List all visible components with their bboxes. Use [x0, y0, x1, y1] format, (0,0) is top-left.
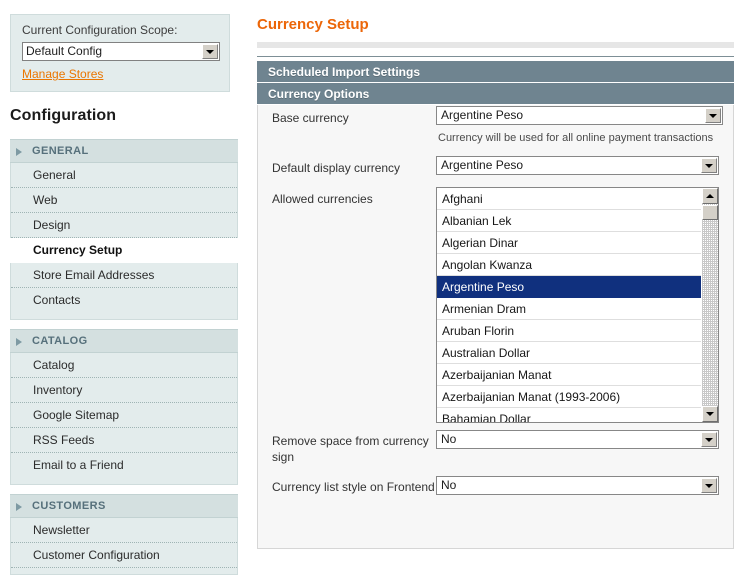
- sidebar-item-design[interactable]: Design: [11, 213, 237, 238]
- sidebar-item-inventory[interactable]: Inventory: [11, 378, 237, 403]
- triangle-right-icon: [16, 338, 22, 346]
- sidebar-group-general[interactable]: GENERAL: [10, 139, 238, 163]
- section-header-currency-options[interactable]: Currency Options: [257, 83, 734, 105]
- field-label-default-display-currency: Default display currency: [272, 161, 401, 175]
- field-hint-base-currency: Currency will be used for all online pay…: [438, 132, 714, 144]
- sidebar-item-newsletter[interactable]: Newsletter: [11, 518, 237, 543]
- sidebar-item-general[interactable]: General: [11, 163, 237, 188]
- base-currency-select[interactable]: Argentine Peso: [436, 106, 723, 125]
- sidebar-group-customers[interactable]: CUSTOMERS: [10, 494, 238, 518]
- sidebar-item-currency-setup[interactable]: Currency Setup: [10, 238, 238, 263]
- chevron-down-icon: [701, 432, 717, 447]
- base-currency-value: Argentine Peso: [441, 108, 524, 122]
- main-content: Currency Setup Scheduled Import Settings…: [248, 0, 734, 553]
- page-title-configuration: Configuration: [10, 107, 117, 124]
- currency-list-style-select[interactable]: No: [436, 476, 719, 495]
- scope-label: Current Configuration Scope:: [22, 23, 178, 37]
- list-item-selected[interactable]: Argentine Peso: [437, 276, 701, 298]
- sidebar-group-label: CUSTOMERS: [32, 500, 106, 512]
- page-title: Currency Setup: [257, 16, 369, 33]
- currency-options-body: Base currency Argentine Peso Currency wi…: [257, 105, 734, 549]
- sidebar-item-google-sitemap[interactable]: Google Sitemap: [11, 403, 237, 428]
- chevron-down-icon: [701, 158, 717, 173]
- sidebar-item-contacts[interactable]: Contacts: [11, 288, 237, 313]
- chevron-down-icon: [705, 108, 721, 123]
- field-label-base-currency: Base currency: [272, 111, 349, 125]
- sidebar-group-label: CATALOG: [32, 335, 88, 347]
- manage-stores-link[interactable]: Manage Stores: [22, 67, 103, 81]
- field-label-allowed-currencies: Allowed currencies: [272, 192, 373, 206]
- sidebar-group-catalog[interactable]: CATALOG: [10, 329, 238, 353]
- sidebar: Current Configuration Scope: Default Con…: [0, 0, 238, 575]
- allowed-currencies-option-list: Afghani Albanian Lek Algerian Dinar Ango…: [437, 188, 701, 422]
- field-label-remove-space: Remove space from currency sign: [272, 434, 429, 464]
- content-top-border: [257, 56, 734, 57]
- triangle-right-icon: [16, 503, 22, 511]
- list-item[interactable]: Aruban Florin: [437, 320, 701, 342]
- sidebar-item-rss-feeds[interactable]: RSS Feeds: [11, 428, 237, 453]
- list-item[interactable]: Azerbaijanian Manat: [437, 364, 701, 386]
- remove-space-value: No: [441, 432, 457, 446]
- list-item[interactable]: Bahamian Dollar: [437, 408, 701, 422]
- configuration-scope-box: Current Configuration Scope: Default Con…: [10, 14, 230, 92]
- allowed-currencies-scrollbar[interactable]: [701, 188, 718, 422]
- sidebar-group-label: GENERAL: [32, 145, 89, 157]
- sidebar-item-customer-configuration[interactable]: Customer Configuration: [11, 543, 237, 568]
- scope-select[interactable]: Default Config: [22, 42, 220, 61]
- sidebar-group-items-general: General Web Design Currency Setup Store …: [10, 163, 238, 320]
- sidebar-group-items-customers: Newsletter Customer Configuration: [10, 518, 238, 575]
- chevron-down-icon: [202, 44, 218, 59]
- scroll-up-icon[interactable]: [702, 188, 718, 204]
- sidebar-item-store-email-addresses[interactable]: Store Email Addresses: [11, 263, 237, 288]
- config-fieldsets: Scheduled Import Settings Currency Optio…: [257, 61, 734, 549]
- list-item[interactable]: Afghani: [437, 188, 701, 210]
- list-item[interactable]: Armenian Dram: [437, 298, 701, 320]
- list-item[interactable]: Algerian Dinar: [437, 232, 701, 254]
- sidebar-group-items-catalog: Catalog Inventory Google Sitemap RSS Fee…: [10, 353, 238, 485]
- allowed-currencies-multiselect[interactable]: Afghani Albanian Lek Algerian Dinar Ango…: [436, 187, 719, 423]
- sidebar-nav: GENERAL General Web Design Currency Setu…: [10, 139, 238, 575]
- admin-configuration-page: Current Configuration Scope: Default Con…: [0, 0, 734, 575]
- default-display-currency-value: Argentine Peso: [441, 158, 524, 172]
- sidebar-item-web[interactable]: Web: [11, 188, 237, 213]
- default-display-currency-select[interactable]: Argentine Peso: [436, 156, 719, 175]
- list-item[interactable]: Angolan Kwanza: [437, 254, 701, 276]
- section-header-scheduled-import-settings[interactable]: Scheduled Import Settings: [257, 61, 734, 83]
- sidebar-item-email-to-a-friend[interactable]: Email to a Friend: [11, 453, 237, 478]
- chevron-down-icon: [701, 478, 717, 493]
- list-item[interactable]: Albanian Lek: [437, 210, 701, 232]
- scroll-down-icon[interactable]: [702, 406, 718, 422]
- list-item[interactable]: Australian Dollar: [437, 342, 701, 364]
- field-label-currency-list-style: Currency list style on Frontend: [272, 480, 435, 494]
- list-item[interactable]: Azerbaijanian Manat (1993-2006): [437, 386, 701, 408]
- currency-list-style-value: No: [441, 478, 457, 492]
- title-divider: [257, 42, 734, 48]
- remove-space-select[interactable]: No: [436, 430, 719, 449]
- scrollbar-thumb[interactable]: [702, 205, 718, 220]
- sidebar-item-catalog[interactable]: Catalog: [11, 353, 237, 378]
- scope-select-value: Default Config: [26, 44, 103, 58]
- triangle-right-icon: [16, 148, 22, 156]
